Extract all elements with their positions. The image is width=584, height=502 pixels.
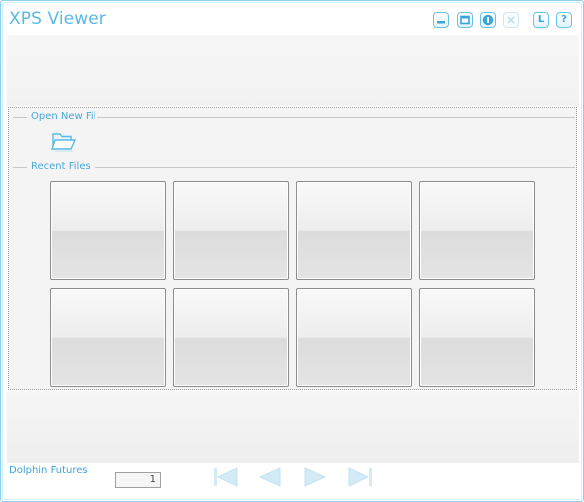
restore-icon: [460, 15, 470, 25]
recent-file-tile[interactable]: [50, 288, 166, 387]
first-page-icon: [214, 467, 238, 487]
close-button[interactable]: [503, 12, 519, 28]
recent-file-tile[interactable]: [173, 288, 289, 387]
help-button[interactable]: ?: [556, 12, 572, 28]
group-divider: [97, 117, 575, 118]
recent-files-label: Recent Files: [29, 161, 93, 172]
recent-file-tile[interactable]: [173, 181, 289, 280]
next-page-icon: [304, 467, 327, 487]
group-divider: [13, 117, 27, 118]
last-page-button[interactable]: [345, 465, 375, 489]
recent-file-tile[interactable]: [296, 288, 412, 387]
app-window: XPS Viewer L ? Open New File: [0, 0, 584, 502]
restore-button[interactable]: [457, 12, 473, 28]
window-title: XPS Viewer: [9, 9, 106, 29]
recent-file-tile[interactable]: [296, 181, 412, 280]
first-page-button[interactable]: [211, 465, 241, 489]
help-icon: ?: [561, 14, 567, 25]
recent-file-tile[interactable]: [419, 288, 535, 387]
content-panel: Open New File Recent Files: [8, 107, 577, 390]
bottom-area: [7, 391, 579, 463]
folder-open-icon[interactable]: [49, 128, 77, 154]
info-button[interactable]: [480, 12, 496, 28]
group-divider: [13, 167, 27, 168]
language-button[interactable]: L: [533, 12, 549, 28]
last-page-icon: [348, 467, 372, 487]
open-new-file-label: Open New File: [29, 111, 95, 122]
minimize-button[interactable]: [433, 12, 449, 28]
minimize-icon: [437, 21, 445, 24]
info-icon: [482, 14, 494, 26]
recent-file-tile[interactable]: [419, 181, 535, 280]
close-icon: [507, 16, 515, 24]
group-divider: [95, 167, 575, 168]
l-icon: L: [537, 14, 545, 25]
page-number-field[interactable]: 1: [115, 472, 161, 488]
previous-page-icon: [258, 467, 281, 487]
recent-file-tile[interactable]: [50, 181, 166, 280]
brand-label: Dolphin Futures: [9, 465, 88, 476]
next-page-button[interactable]: [300, 465, 330, 489]
previous-page-button[interactable]: [255, 465, 285, 489]
toolbar-area: [7, 35, 579, 106]
